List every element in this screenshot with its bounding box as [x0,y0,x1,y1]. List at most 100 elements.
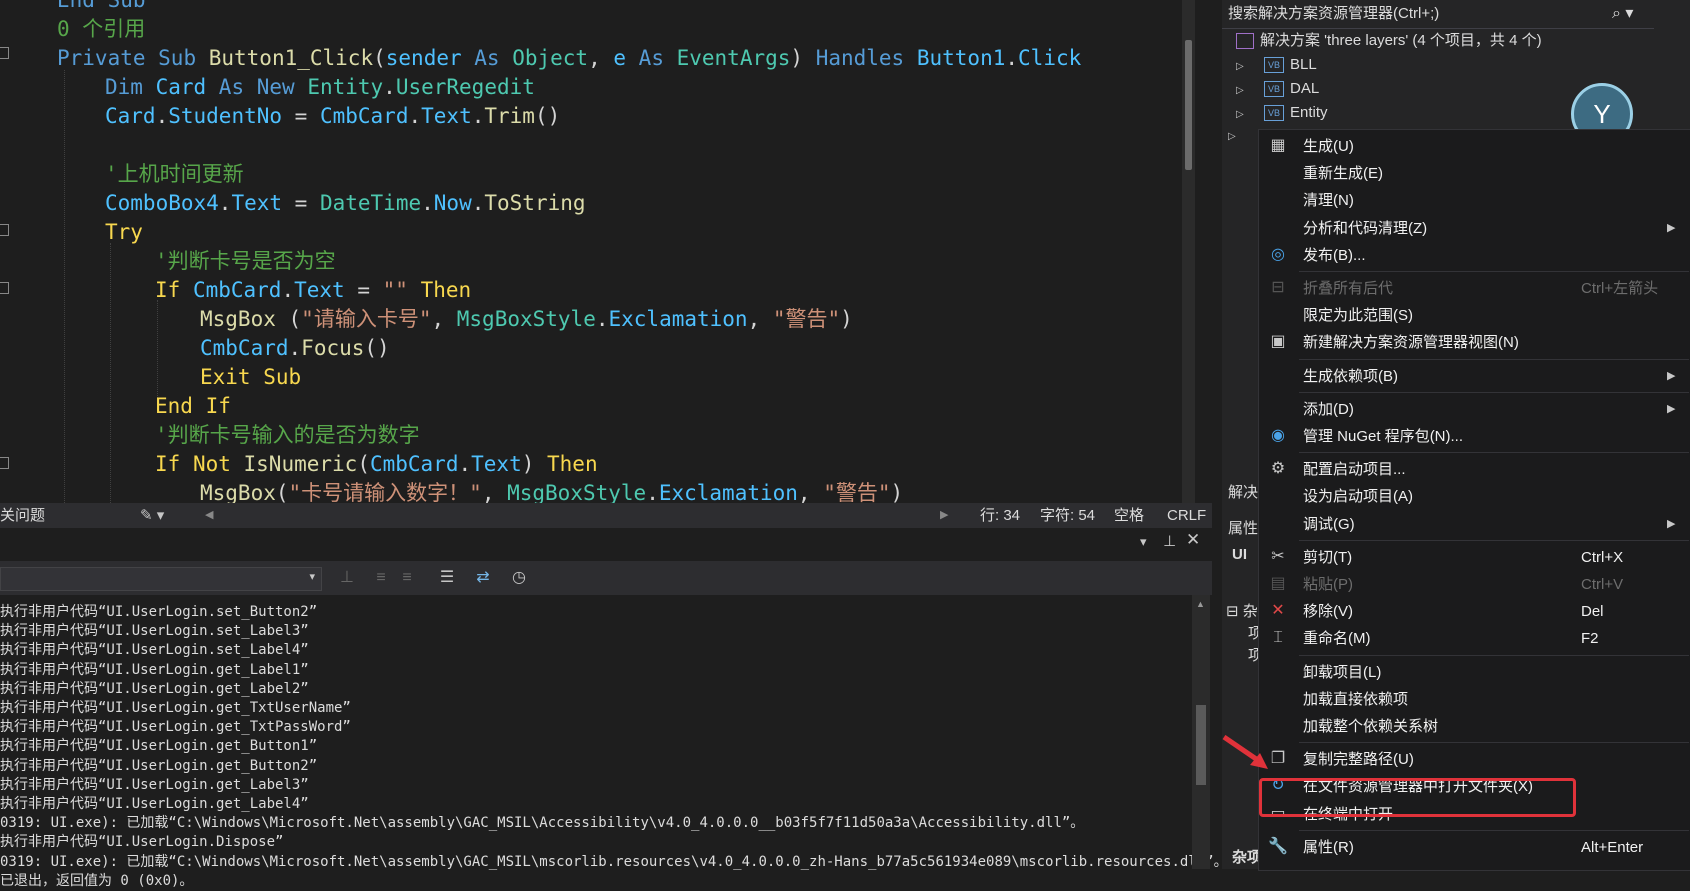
code-token: EventArgs [676,46,791,70]
indent-mode[interactable]: 空格 [1114,503,1144,528]
expander-icon[interactable]: ▷ [1236,103,1246,127]
code-line[interactable]: 0 个引用 [57,15,145,44]
code-line[interactable]: Card.StudentNo = CmbCard.Text.Trim() [105,102,560,131]
clock-icon[interactable]: ◷ [508,567,530,589]
menu-item[interactable]: ▣ 新建解决方案资源管理器视图(N) [1259,329,1690,356]
scroll-up-icon[interactable]: ▲ [1196,599,1205,609]
menu-item[interactable]: 卸载项目(L) [1259,659,1690,686]
indent-guide [110,243,111,503]
fold-marker[interactable] [0,457,9,469]
menu-item[interactable]: 清理(N) [1259,187,1690,214]
code-line[interactable]: Dim Card As New Entity.UserRegedit [105,73,535,102]
menu-item[interactable]: ◉ 管理 NuGet 程序包(N)... [1259,423,1690,450]
menu-item-label: 生成依赖项(B) [1303,367,1398,385]
code-editor[interactable]: End Sub 0 个引用 Private Sub Button1_Click(se… [0,0,1195,503]
code-line[interactable]: End Sub [57,0,146,15]
close-icon[interactable]: ✕ [1186,530,1200,550]
word-wrap-icon[interactable]: ⇄ [472,567,494,589]
expander-icon[interactable]: ▷ [1236,79,1246,103]
code-token: ) [890,481,904,503]
tree-solution-root[interactable]: 解决方案 'three layers' (4 个项目，共 4 个) [1236,29,1542,53]
code-line[interactable]: ComboBox4.Text = DateTime.Now.ToString [105,189,586,218]
goto-code-icon[interactable]: ⊥ [336,567,358,589]
panel-dropdown-icon[interactable]: ▾ [1140,534,1147,550]
line-number[interactable]: 行: 34 [980,503,1020,528]
code-line[interactable]: Exit Sub [200,363,301,392]
menu-item[interactable]: 限定为此范围(S) [1259,302,1690,329]
code-token: ( [373,46,386,70]
highlight-box [1259,778,1576,817]
menu-item[interactable]: 加载整个依赖关系树 [1259,713,1690,740]
code-token: ( [288,307,302,331]
solution-search-input[interactable]: 搜索解决方案资源管理器(Ctrl+;) ⌕ ▾ [1222,0,1654,29]
menu-item-label: 分析和代码清理(Z) [1303,219,1428,237]
tree-project-bll[interactable]: ▷ VB BLL [1236,53,1317,77]
expander-icon[interactable]: ▷ [1228,125,1236,149]
next-message-icon[interactable]: ≡ [396,567,418,589]
line-ending[interactable]: CRLF [1167,503,1206,528]
menu-item[interactable]: 设为启动项目(A) [1259,483,1690,510]
paste-icon: ▤ [1270,575,1286,592]
code-token: . [408,104,422,128]
scroll-thumb[interactable] [1185,40,1192,170]
code-line[interactable]: '上机时间更新 [105,160,244,189]
fold-marker[interactable] [0,47,9,59]
menu-item[interactable]: ❐ 复制完整路径(U) [1259,746,1690,773]
menu-separator [1299,452,1689,454]
menu-item[interactable]: 分析和代码清理(Z) ▶ [1259,215,1690,242]
collapse-icon: ⊟ [1271,279,1285,296]
menu-item[interactable]: 添加(D) ▶ [1259,396,1690,423]
menu-item[interactable]: 生成依赖项(B) ▶ [1259,363,1690,390]
misc-category[interactable]: ⊟ 杂 [1226,600,1258,621]
code-line[interactable]: CmbCard.Focus() [200,334,390,363]
scroll-thumb[interactable] [1196,705,1206,785]
menu-item[interactable]: ⚙ 配置启动项目... [1259,456,1690,483]
previous-message-icon[interactable]: ≡ [370,567,392,589]
issues-status[interactable]: 关问题 [0,503,45,528]
code-token: "卡号请输入数字！" [288,481,482,503]
menu-item[interactable]: ▦ 生成(U) [1259,133,1690,160]
pin-icon[interactable]: ⊥ [1163,532,1176,550]
menu-item[interactable]: ⌶ 重命名(M) F2 [1259,625,1690,652]
scroll-right-icon[interactable]: ▶ [940,503,948,528]
char-number[interactable]: 字符: 54 [1040,503,1095,528]
menu-item[interactable]: ⊟ 折叠所有后代 Ctrl+左箭头 [1259,275,1690,302]
code-line[interactable]: MsgBox ("请输入卡号", MsgBoxStyle.Exclamation… [200,305,853,334]
tree-project-entity[interactable]: ▷ VB Entity [1236,101,1328,125]
fold-marker[interactable] [0,282,9,294]
menu-item[interactable]: ✂ 剪切(T) Ctrl+X [1259,544,1690,571]
output-source-select[interactable]: ▾ [0,567,322,591]
menu-item[interactable]: ◎ 发布(B)... [1259,242,1690,269]
search-icon[interactable]: ⌕ ▾ [1612,0,1633,28]
code-line[interactable]: '判断卡号输入的是否为数字 [155,421,420,450]
editor-status-bar: 关问题 ✎ ▾ ◀ ▶ 行: 34 字符: 54 空格 CRLF [0,503,1212,528]
editor-vertical-scrollbar[interactable] [1182,0,1195,503]
code-line[interactable]: If CmbCard.Text = "" Then [155,276,471,305]
code-token: Text [421,104,472,128]
menu-item-label: 管理 NuGet 程序包(N)... [1303,428,1464,445]
scroll-left-icon[interactable]: ◀ [205,503,213,528]
menu-item[interactable]: ✕ 移除(V) Del [1259,598,1690,625]
code-token: Now [433,191,472,215]
code-line[interactable]: '判断卡号是否为空 [155,247,336,276]
menu-item[interactable]: 重新生成(E) [1259,160,1690,187]
tree-project-dal[interactable]: ▷ VB DAL [1236,77,1319,101]
fold-marker[interactable] [0,224,9,236]
code-line[interactable]: MsgBox("卡号请输入数字！", MsgBoxStyle.Exclamati… [200,479,903,503]
expander-icon[interactable]: ▷ [1236,55,1246,79]
menu-item[interactable]: ▤ 粘贴(P) Ctrl+V [1259,571,1690,598]
menu-item[interactable]: 🔧 属性(R) Alt+Enter [1259,834,1690,861]
clear-all-icon[interactable]: ☰ [436,567,458,589]
code-line[interactable]: Private Sub Button1_Click(sender As Obje… [57,44,1081,73]
code-line[interactable]: If Not IsNumeric(CmbCard.Text) Then [155,450,598,479]
code-token: Card [105,104,156,128]
menu-shortcut: Ctrl+左箭头 [1581,280,1659,297]
vb-project-icon: VB [1264,81,1284,98]
code-line[interactable]: Try [105,218,143,247]
solution-explorer-tab[interactable]: 解决 [1228,481,1258,502]
menu-item[interactable]: 加载直接依赖项 [1259,686,1690,713]
output-vertical-scrollbar[interactable]: ▲ [1192,595,1210,869]
code-line[interactable]: End If [155,392,231,421]
menu-item[interactable]: 调试(G) ▶ [1259,511,1690,538]
code-cleanup-icon[interactable]: ✎ ▾ [140,503,164,528]
